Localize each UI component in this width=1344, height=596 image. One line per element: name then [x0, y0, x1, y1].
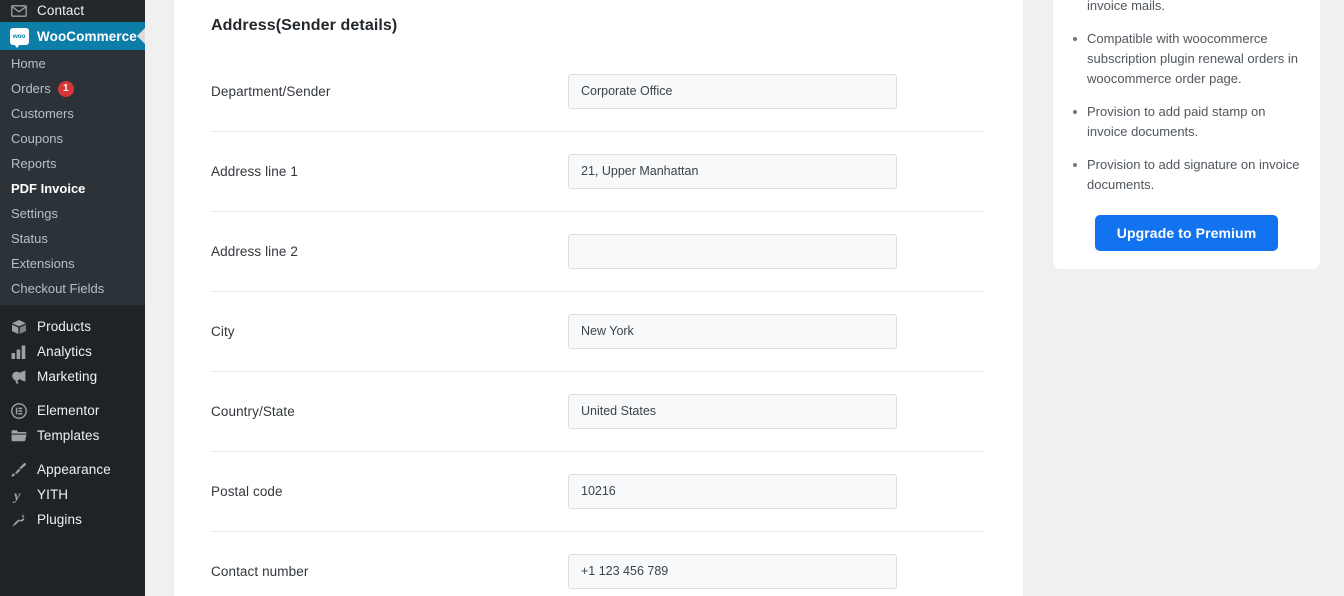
sidebar-item-templates[interactable]: Templates: [0, 423, 145, 448]
box-icon: [9, 317, 29, 337]
sidebar-item-label: Products: [37, 319, 92, 334]
sidebar-item-contact[interactable]: Contact: [0, 0, 145, 22]
promo-sidebar: Option to attach other pdf files like pr…: [1023, 0, 1344, 596]
sidebar-divider: [0, 389, 145, 398]
paintbrush-icon: [9, 460, 29, 480]
form-row-department-sender: Department/Sender: [174, 51, 1023, 131]
sidebar-item-marketing[interactable]: Marketing: [0, 364, 145, 389]
envelope-icon: [9, 1, 29, 21]
sidebar-subitem-label: Checkout Fields: [11, 281, 105, 296]
sidebar-subitem-home[interactable]: Home: [0, 51, 145, 76]
list-item: Compatible with woocommerce subscription…: [1069, 29, 1304, 89]
woocommerce-icon: woo: [9, 26, 29, 48]
yith-icon: y: [9, 485, 29, 505]
sidebar-item-label: Templates: [37, 428, 100, 443]
sidebar-item-yith[interactable]: y YITH: [0, 482, 145, 507]
sidebar-item-products[interactable]: Products: [0, 314, 145, 339]
department-sender-input[interactable]: [568, 73, 897, 109]
sidebar-subitem-label: PDF Invoice: [11, 181, 86, 196]
sidebar-item-label: WooCommerce: [37, 28, 137, 44]
sidebar-subitem-checkout-fields[interactable]: Checkout Fields: [0, 276, 145, 301]
upgrade-to-premium-button[interactable]: Upgrade to Premium: [1094, 215, 1279, 251]
address-line-1-input[interactable]: [568, 153, 897, 189]
folder-icon: [9, 426, 29, 446]
field-label-address-line-1: Address line 1: [211, 163, 298, 179]
woocommerce-submenu: Home Orders 1 Customers Coupons Reports …: [0, 50, 145, 305]
sidebar-divider: [0, 448, 145, 457]
sidebar-subitem-label: Status: [11, 231, 48, 246]
svg-text:y: y: [12, 489, 21, 503]
form-row-address-line-1: Address line 1: [174, 131, 1023, 211]
orders-count-badge: 1: [57, 80, 74, 97]
address-form: Department/Sender Address line 1 Address…: [174, 51, 1023, 596]
sidebar-subitem-extensions[interactable]: Extensions: [0, 251, 145, 276]
sidebar-subitem-label: Settings: [11, 206, 58, 221]
form-row-contact-number: Contact number: [174, 531, 1023, 596]
list-item: Provision to add paid stamp on invoice d…: [1069, 102, 1304, 142]
field-label-department-sender: Department/Sender: [211, 83, 331, 99]
sidebar-item-label: YITH: [37, 487, 69, 502]
sidebar-subitem-coupons[interactable]: Coupons: [0, 126, 145, 151]
sidebar-item-plugins[interactable]: Plugins: [0, 507, 145, 532]
address-line-2-input[interactable]: [568, 233, 897, 269]
sidebar-item-label: Contact: [37, 3, 85, 18]
sidebar-item-label: Marketing: [37, 369, 98, 384]
sidebar-item-label: Plugins: [37, 512, 82, 527]
sidebar-item-analytics[interactable]: Analytics: [0, 339, 145, 364]
upgrade-button-wrap: Upgrade to Premium: [1069, 215, 1304, 251]
list-item: Provision to add signature on invoice do…: [1069, 155, 1304, 195]
sidebar-subitem-label: Customers: [11, 106, 74, 121]
form-row-country-state: Country/State: [174, 371, 1023, 451]
sidebar-subitem-label: Extensions: [11, 256, 75, 271]
bar-chart-icon: [9, 342, 29, 362]
form-row-postal-code: Postal code: [174, 451, 1023, 531]
sidebar-item-label: Elementor: [37, 403, 100, 418]
list-item: Option to attach other pdf files like pr…: [1069, 0, 1304, 16]
megaphone-icon: [9, 367, 29, 387]
settings-content-panel: Address(Sender details) Department/Sende…: [174, 0, 1023, 596]
sidebar-subitem-label: Orders: [11, 81, 51, 96]
field-label-country-state: Country/State: [211, 403, 295, 419]
postal-code-input[interactable]: [568, 473, 897, 509]
chevron-left-icon: [137, 27, 145, 45]
sidebar-subitem-settings[interactable]: Settings: [0, 201, 145, 226]
form-row-address-line-2: Address line 2: [174, 211, 1023, 291]
form-row-city: City: [174, 291, 1023, 371]
city-input[interactable]: [568, 313, 897, 349]
sidebar-divider: [0, 305, 145, 314]
sidebar-subitem-pdf-invoice[interactable]: PDF Invoice: [0, 176, 145, 201]
country-state-input[interactable]: [568, 393, 897, 429]
sidebar-item-label: Appearance: [37, 462, 111, 477]
sidebar-subitem-label: Home: [11, 56, 46, 71]
premium-features-card: Option to attach other pdf files like pr…: [1053, 0, 1320, 269]
sidebar-subitem-orders[interactable]: Orders 1: [0, 76, 145, 101]
sidebar-subitem-label: Coupons: [11, 131, 64, 146]
field-label-postal-code: Postal code: [211, 483, 283, 499]
elementor-icon: [9, 401, 29, 421]
sidebar-top-group: Contact: [0, 0, 145, 22]
sidebar-item-label: Analytics: [37, 344, 92, 359]
sidebar-subitem-reports[interactable]: Reports: [0, 151, 145, 176]
admin-sidebar: Contact woo WooCommerce Home Orders 1 Cu…: [0, 0, 145, 596]
field-label-contact-number: Contact number: [211, 563, 309, 579]
plug-icon: [9, 510, 29, 530]
page-title: Address(Sender details): [211, 17, 398, 34]
sidebar-item-woocommerce[interactable]: woo WooCommerce: [0, 22, 145, 50]
premium-feature-list: Option to attach other pdf files like pr…: [1069, 0, 1304, 195]
sidebar-subitem-status[interactable]: Status: [0, 226, 145, 251]
admin-screen: Contact woo WooCommerce Home Orders 1 Cu…: [0, 0, 1344, 596]
sidebar-subitem-label: Reports: [11, 156, 57, 171]
field-label-address-line-2: Address line 2: [211, 243, 298, 259]
sidebar-item-appearance[interactable]: Appearance: [0, 457, 145, 482]
sidebar-subitem-customers[interactable]: Customers: [0, 101, 145, 126]
sidebar-item-elementor[interactable]: Elementor: [0, 398, 145, 423]
contact-number-input[interactable]: [568, 553, 897, 589]
field-label-city: City: [211, 323, 235, 339]
woocommerce-badge: woo: [9, 27, 29, 48]
